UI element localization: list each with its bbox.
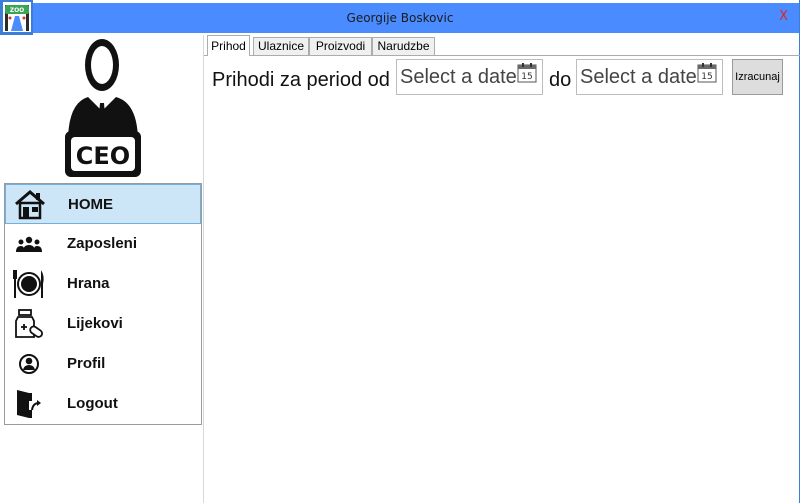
do-label: do (549, 69, 572, 91)
plate-cutlery-icon (13, 270, 44, 298)
calendar-day: 15 (521, 72, 532, 82)
tab-strip-line (204, 55, 800, 56)
sidebar-item-profil[interactable]: Profil (5, 344, 201, 384)
sidebar-item-label: Profil (67, 355, 106, 372)
sidebar-item-label: Zaposleni (67, 235, 138, 252)
sidebar-item-home[interactable]: HOME (5, 184, 201, 224)
calculate-button[interactable]: Izracunaj (732, 59, 783, 95)
sidebar: CEO HOME Zaposleni Hrana Lijekovi Profil… (2, 35, 202, 427)
sidebar-item-zaposleni[interactable]: Zaposleni (5, 224, 201, 264)
app-window: ZOO Georgije Boskovic X CEO HOME Zaposle… (0, 0, 800, 503)
tab-narudzbe[interactable]: Narudzbe (372, 37, 435, 55)
sidebar-menu: HOME Zaposleni Hrana Lijekovi Profil Log… (4, 183, 202, 425)
calendar-day: 15 (701, 72, 712, 82)
sidebar-item-label: Logout (67, 395, 118, 412)
logo-text: CEO (76, 142, 130, 170)
ceo-logo: CEO (65, 39, 141, 177)
home-icon (15, 190, 45, 220)
period-label: Prihodi za period od (212, 69, 390, 91)
main-panel: Prihod Ulaznice Proizvodi Narudzbe Priho… (203, 35, 800, 503)
sidebar-item-hrana[interactable]: Hrana (5, 264, 201, 304)
user-icon (19, 354, 39, 374)
logout-icon (17, 390, 41, 418)
sidebar-item-lijekovi[interactable]: Lijekovi (5, 304, 201, 344)
date-from-picker[interactable]: Select a date 15 (396, 59, 543, 95)
sidebar-item-label: HOME (68, 196, 113, 213)
medicine-icon (15, 309, 43, 338)
calendar-icon[interactable]: 15 (697, 63, 717, 83)
date-to-picker[interactable]: Select a date 15 (576, 59, 723, 95)
tab-ulaznice[interactable]: Ulaznice (253, 37, 309, 55)
people-icon (16, 236, 42, 252)
sidebar-item-label: Hrana (67, 275, 110, 292)
tab-prihod[interactable]: Prihod (207, 35, 250, 56)
date-from-placeholder: Select a date (400, 66, 517, 88)
tab-proizvodi[interactable]: Proizvodi (309, 37, 372, 55)
date-to-placeholder: Select a date (580, 66, 697, 88)
calendar-icon[interactable]: 15 (517, 63, 537, 83)
sidebar-item-label: Lijekovi (67, 315, 123, 332)
close-button[interactable]: X (779, 9, 788, 25)
window-title: Georgije Boskovic (346, 11, 454, 25)
title-bar: ZOO Georgije Boskovic X (0, 0, 800, 35)
sidebar-item-logout[interactable]: Logout (5, 384, 201, 424)
